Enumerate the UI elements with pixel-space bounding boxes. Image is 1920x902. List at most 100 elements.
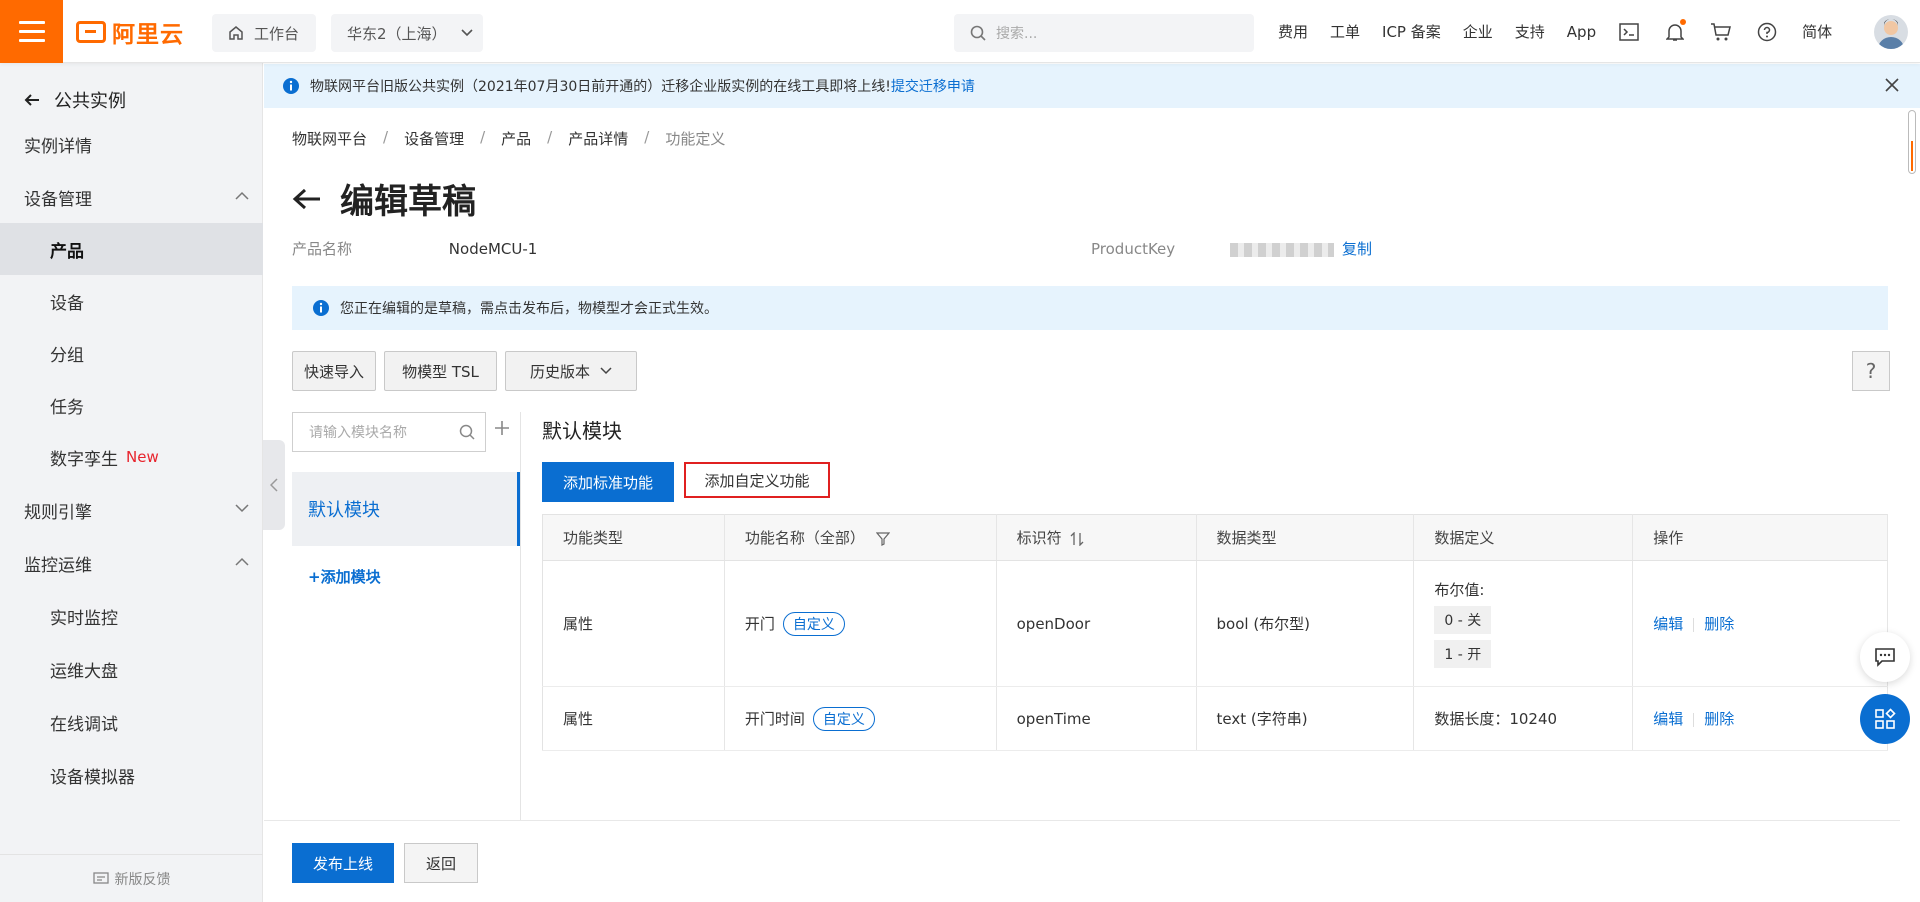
migration-link[interactable]: 提交迁移申请	[891, 79, 975, 95]
chevron-left-icon	[270, 478, 278, 492]
action-divider	[1693, 712, 1695, 727]
logo[interactable]: 阿里云	[76, 14, 184, 50]
help-icon[interactable]	[1756, 21, 1778, 43]
language-switch[interactable]: 简体	[1802, 21, 1832, 42]
breadcrumb-device-management[interactable]: 设备管理	[404, 128, 464, 149]
delete-link[interactable]: 删除	[1704, 710, 1734, 728]
col-header-function-name[interactable]: 功能名称（全部）	[724, 514, 997, 561]
link-app[interactable]: App	[1567, 23, 1596, 41]
custom-tag: 自定义	[812, 706, 875, 731]
cell-type: 属性	[542, 560, 725, 687]
bool-label: 布尔值:	[1434, 581, 1485, 599]
region-select[interactable]: 华东2（上海）	[331, 14, 483, 52]
notification-dot	[1680, 18, 1687, 25]
module-list-divider	[520, 412, 521, 858]
close-icon[interactable]	[1884, 77, 1900, 93]
sidebar-item-monitoring[interactable]: 监控运维	[0, 537, 263, 589]
edit-link[interactable]: 编辑	[1653, 615, 1683, 633]
sidebar-item-realtime-monitor[interactable]: 实时监控	[0, 590, 263, 642]
chevron-down-icon	[600, 367, 612, 375]
breadcrumb-iot-platform[interactable]: 物联网平台	[292, 128, 367, 149]
link-support[interactable]: 支持	[1515, 21, 1545, 42]
cell-name: 开门 自定义	[724, 560, 997, 687]
breadcrumb-product[interactable]: 产品	[501, 128, 531, 149]
col-header-function-type: 功能类型	[542, 514, 725, 561]
sidebar-item-instance-detail[interactable]: 实例详情	[0, 118, 263, 170]
sidebar-item-group[interactable]: 分组	[0, 327, 263, 379]
draft-tip: 您正在编辑的是草稿，需点击发布后，物模型才会正式生效。	[292, 286, 1888, 330]
sidebar-item-label: 产品	[50, 241, 84, 262]
add-custom-function-button[interactable]: 添加自定义功能	[684, 462, 830, 498]
avatar[interactable]	[1874, 15, 1908, 49]
breadcrumb-separator: /	[644, 128, 650, 146]
terminal-icon[interactable]	[1618, 21, 1640, 43]
history-version-button[interactable]: 历史版本	[505, 351, 637, 391]
search-input[interactable]: 搜索...	[954, 14, 1254, 52]
help-button[interactable]: ?	[1852, 351, 1890, 391]
sidebar-item-online-debug[interactable]: 在线调试	[0, 696, 263, 748]
delete-link[interactable]: 删除	[1704, 615, 1734, 633]
sidebar-item-label: 实时监控	[50, 608, 118, 629]
link-fees[interactable]: 费用	[1278, 21, 1308, 42]
feedback-button[interactable]: 新版反馈	[0, 854, 263, 902]
scrollbar[interactable]	[1908, 110, 1916, 174]
plus-icon[interactable]	[494, 420, 510, 436]
publish-button[interactable]: 发布上线	[292, 843, 394, 883]
workbench-label: 工作台	[254, 24, 300, 43]
breadcrumb: 物联网平台 / 设备管理 / 产品 / 产品详情 / 功能定义	[292, 128, 725, 149]
apps-button[interactable]	[1860, 694, 1910, 744]
back-button[interactable]: 返回	[404, 843, 478, 883]
chevron-down-icon	[460, 29, 473, 37]
sidebar-item-ops-dashboard[interactable]: 运维大盘	[0, 643, 263, 695]
breadcrumb-product-detail[interactable]: 产品详情	[568, 128, 628, 149]
add-standard-function-button[interactable]: 添加标准功能	[542, 462, 674, 502]
history-label: 历史版本	[529, 362, 590, 381]
home-icon	[229, 26, 243, 40]
notice-message: 物联网平台旧版公共实例（2021年07月30日前开通的）迁移企业版实例的在线工具…	[310, 79, 891, 95]
tsl-button[interactable]: 物模型 TSL	[384, 351, 497, 391]
sidebar-item-product[interactable]: 产品	[0, 223, 263, 275]
sidebar-item-label: 规则引擎	[24, 502, 92, 523]
menu-icon[interactable]	[0, 0, 63, 63]
footer-actions: 发布上线 返回	[264, 820, 1900, 902]
link-ticket[interactable]: 工单	[1330, 21, 1360, 42]
sidebar-collapse-toggle[interactable]	[263, 440, 285, 530]
sidebar-item-device[interactable]: 设备	[0, 275, 263, 327]
link-icp[interactable]: ICP 备案	[1382, 21, 1441, 42]
cell-data-definition: 数据长度：10240	[1413, 686, 1634, 751]
add-module-link[interactable]: +添加模块	[308, 566, 381, 587]
module-item-label: 默认模块	[308, 500, 380, 521]
sidebar-item-task[interactable]: 任务	[0, 379, 263, 431]
back-arrow-icon[interactable]	[292, 187, 322, 211]
col-header-identifier[interactable]: 标识符	[996, 514, 1197, 561]
sidebar-item-device-simulator[interactable]: 设备模拟器	[0, 749, 263, 801]
search-placeholder: 搜索...	[996, 26, 1038, 42]
sidebar-item-label: 在线调试	[50, 714, 118, 735]
workbench-button[interactable]: 工作台	[212, 14, 316, 52]
quick-import-label: 快速导入	[303, 362, 364, 381]
sidebar: 公共实例 实例详情 设备管理 产品 设备 分组 任务 数字孪生 New 规则引擎 …	[0, 63, 263, 902]
sidebar-back[interactable]: 公共实例	[24, 87, 126, 113]
sidebar-item-digital-twin[interactable]: 数字孪生 New	[0, 431, 263, 483]
sidebar-item-device-management[interactable]: 设备管理	[0, 171, 263, 223]
chat-button[interactable]	[1860, 632, 1910, 682]
cart-icon[interactable]	[1710, 21, 1732, 43]
arrow-left-icon	[24, 94, 39, 106]
col-header-actions: 操作	[1632, 514, 1888, 561]
col-header-identifier-label: 标识符	[1016, 529, 1062, 547]
sort-icon[interactable]	[1070, 530, 1084, 547]
edit-link[interactable]: 编辑	[1653, 710, 1683, 728]
quick-import-button[interactable]: 快速导入	[292, 351, 376, 391]
link-enterprise[interactable]: 企业	[1463, 21, 1493, 42]
filter-icon[interactable]	[875, 531, 890, 546]
bell-icon[interactable]	[1664, 18, 1687, 43]
chevron-down-icon	[235, 504, 249, 513]
sidebar-item-rule-engine[interactable]: 规则引擎	[0, 484, 263, 536]
copy-link[interactable]: 复制	[1342, 240, 1372, 258]
top-bar: 阿里云 工作台 华东2（上海） 搜索... 费用 工单 ICP 备案 企业 支持…	[0, 0, 1920, 63]
sidebar-item-label: 分组	[50, 345, 84, 366]
page-title-text: 编辑草稿	[340, 182, 476, 222]
breadcrumb-current: 功能定义	[665, 130, 726, 148]
module-item-default[interactable]: 默认模块	[292, 472, 520, 546]
module-search-input[interactable]: 请输入模块名称	[292, 412, 486, 452]
